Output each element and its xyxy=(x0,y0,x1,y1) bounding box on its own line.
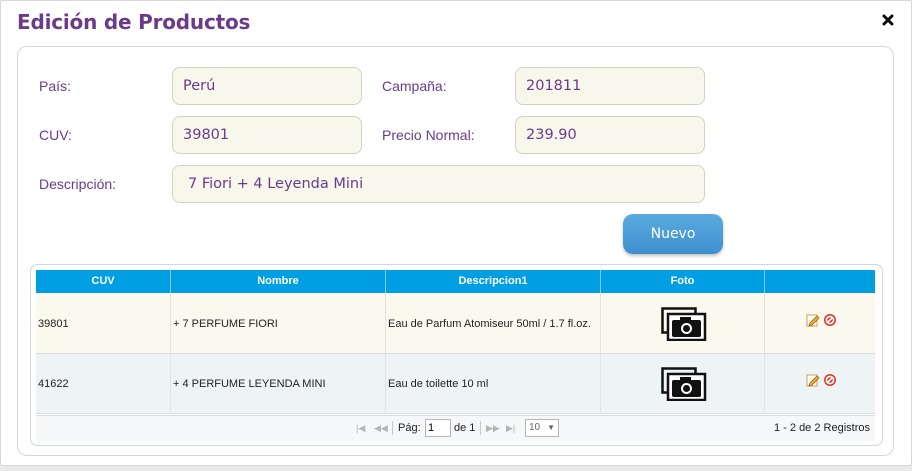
column-header-cuv[interactable]: CUV xyxy=(36,270,171,293)
last-page-icon[interactable]: ▶| xyxy=(506,423,515,434)
pais-label: País: xyxy=(39,78,71,94)
cell-nombre: + 4 PERFUME LEYENDA MINI xyxy=(171,354,386,414)
precio-field[interactable]: 239.90 xyxy=(515,116,705,154)
next-page-icon[interactable]: ▶▶ xyxy=(486,423,500,434)
rows-per-page-value: 10 xyxy=(529,422,541,433)
precio-label: Precio Normal: xyxy=(382,127,475,143)
edit-products-dialog: Edición de Productos País: Perú Campaña:… xyxy=(0,0,912,466)
page-total: de 1 xyxy=(454,422,476,434)
page-label: Pág: xyxy=(398,422,421,434)
column-header-actions xyxy=(765,270,875,293)
edit-icon[interactable] xyxy=(806,354,820,414)
pager-divider xyxy=(480,421,481,435)
first-page-icon[interactable]: |◀ xyxy=(356,423,365,434)
records-count: 1 - 2 de 2 Registros xyxy=(774,422,870,434)
cell-descripcion: Eau de toilette 10 ml xyxy=(386,354,601,414)
cell-nombre: + 7 PERFUME FIORI xyxy=(171,294,386,354)
cell-cuv: 41622 xyxy=(36,354,171,414)
delete-icon[interactable] xyxy=(823,294,837,354)
column-header-descripcion[interactable]: Descripcion1 xyxy=(386,270,601,293)
close-icon[interactable] xyxy=(881,13,897,29)
grid-pager: |◀ ◀◀ Pág: de 1 ▶▶ ▶| 10 ▼ 1 - 2 de 2 Reg… xyxy=(36,415,875,441)
column-header-nombre[interactable]: Nombre xyxy=(171,270,386,293)
descripcion-label: Descripción: xyxy=(39,176,117,192)
cuv-field[interactable]: 39801 xyxy=(172,116,362,154)
pager-divider xyxy=(392,421,393,435)
pais-field[interactable]: Perú xyxy=(172,67,362,105)
cell-cuv: 39801 xyxy=(36,294,171,354)
chevron-down-icon: ▼ xyxy=(547,423,555,432)
rows-per-page-select[interactable]: 10 ▼ xyxy=(525,419,559,437)
row-actions xyxy=(765,294,875,354)
products-grid: CUV Nombre Descripcion1 Foto 39801 + 7 P… xyxy=(30,264,883,446)
column-header-foto[interactable]: Foto xyxy=(601,270,765,293)
edit-icon[interactable] xyxy=(806,294,820,354)
table-row[interactable]: 39801 + 7 PERFUME FIORI Eau de Parfum At… xyxy=(36,294,875,354)
table-row[interactable]: 41622 + 4 PERFUME LEYENDA MINI Eau de to… xyxy=(36,354,875,414)
camera-icon[interactable] xyxy=(601,354,765,414)
campana-field[interactable]: 201811 xyxy=(515,67,705,105)
dialog-title: Edición de Productos xyxy=(17,10,251,34)
camera-icon[interactable] xyxy=(601,294,765,354)
row-actions xyxy=(765,354,875,414)
prev-page-icon[interactable]: ◀◀ xyxy=(374,423,388,434)
grid-header: CUV Nombre Descripcion1 Foto xyxy=(36,270,875,293)
delete-icon[interactable] xyxy=(823,354,837,414)
descripcion-field[interactable]: 7 Fiori + 4 Leyenda Mini xyxy=(172,165,705,203)
page-input[interactable] xyxy=(425,419,451,437)
cell-descripcion: Eau de Parfum Atomiseur 50ml / 1.7 fl.oz… xyxy=(386,294,601,354)
campana-label: Campaña: xyxy=(382,78,447,94)
cuv-label: CUV: xyxy=(39,127,72,143)
nuevo-button[interactable]: Nuevo xyxy=(623,214,723,254)
